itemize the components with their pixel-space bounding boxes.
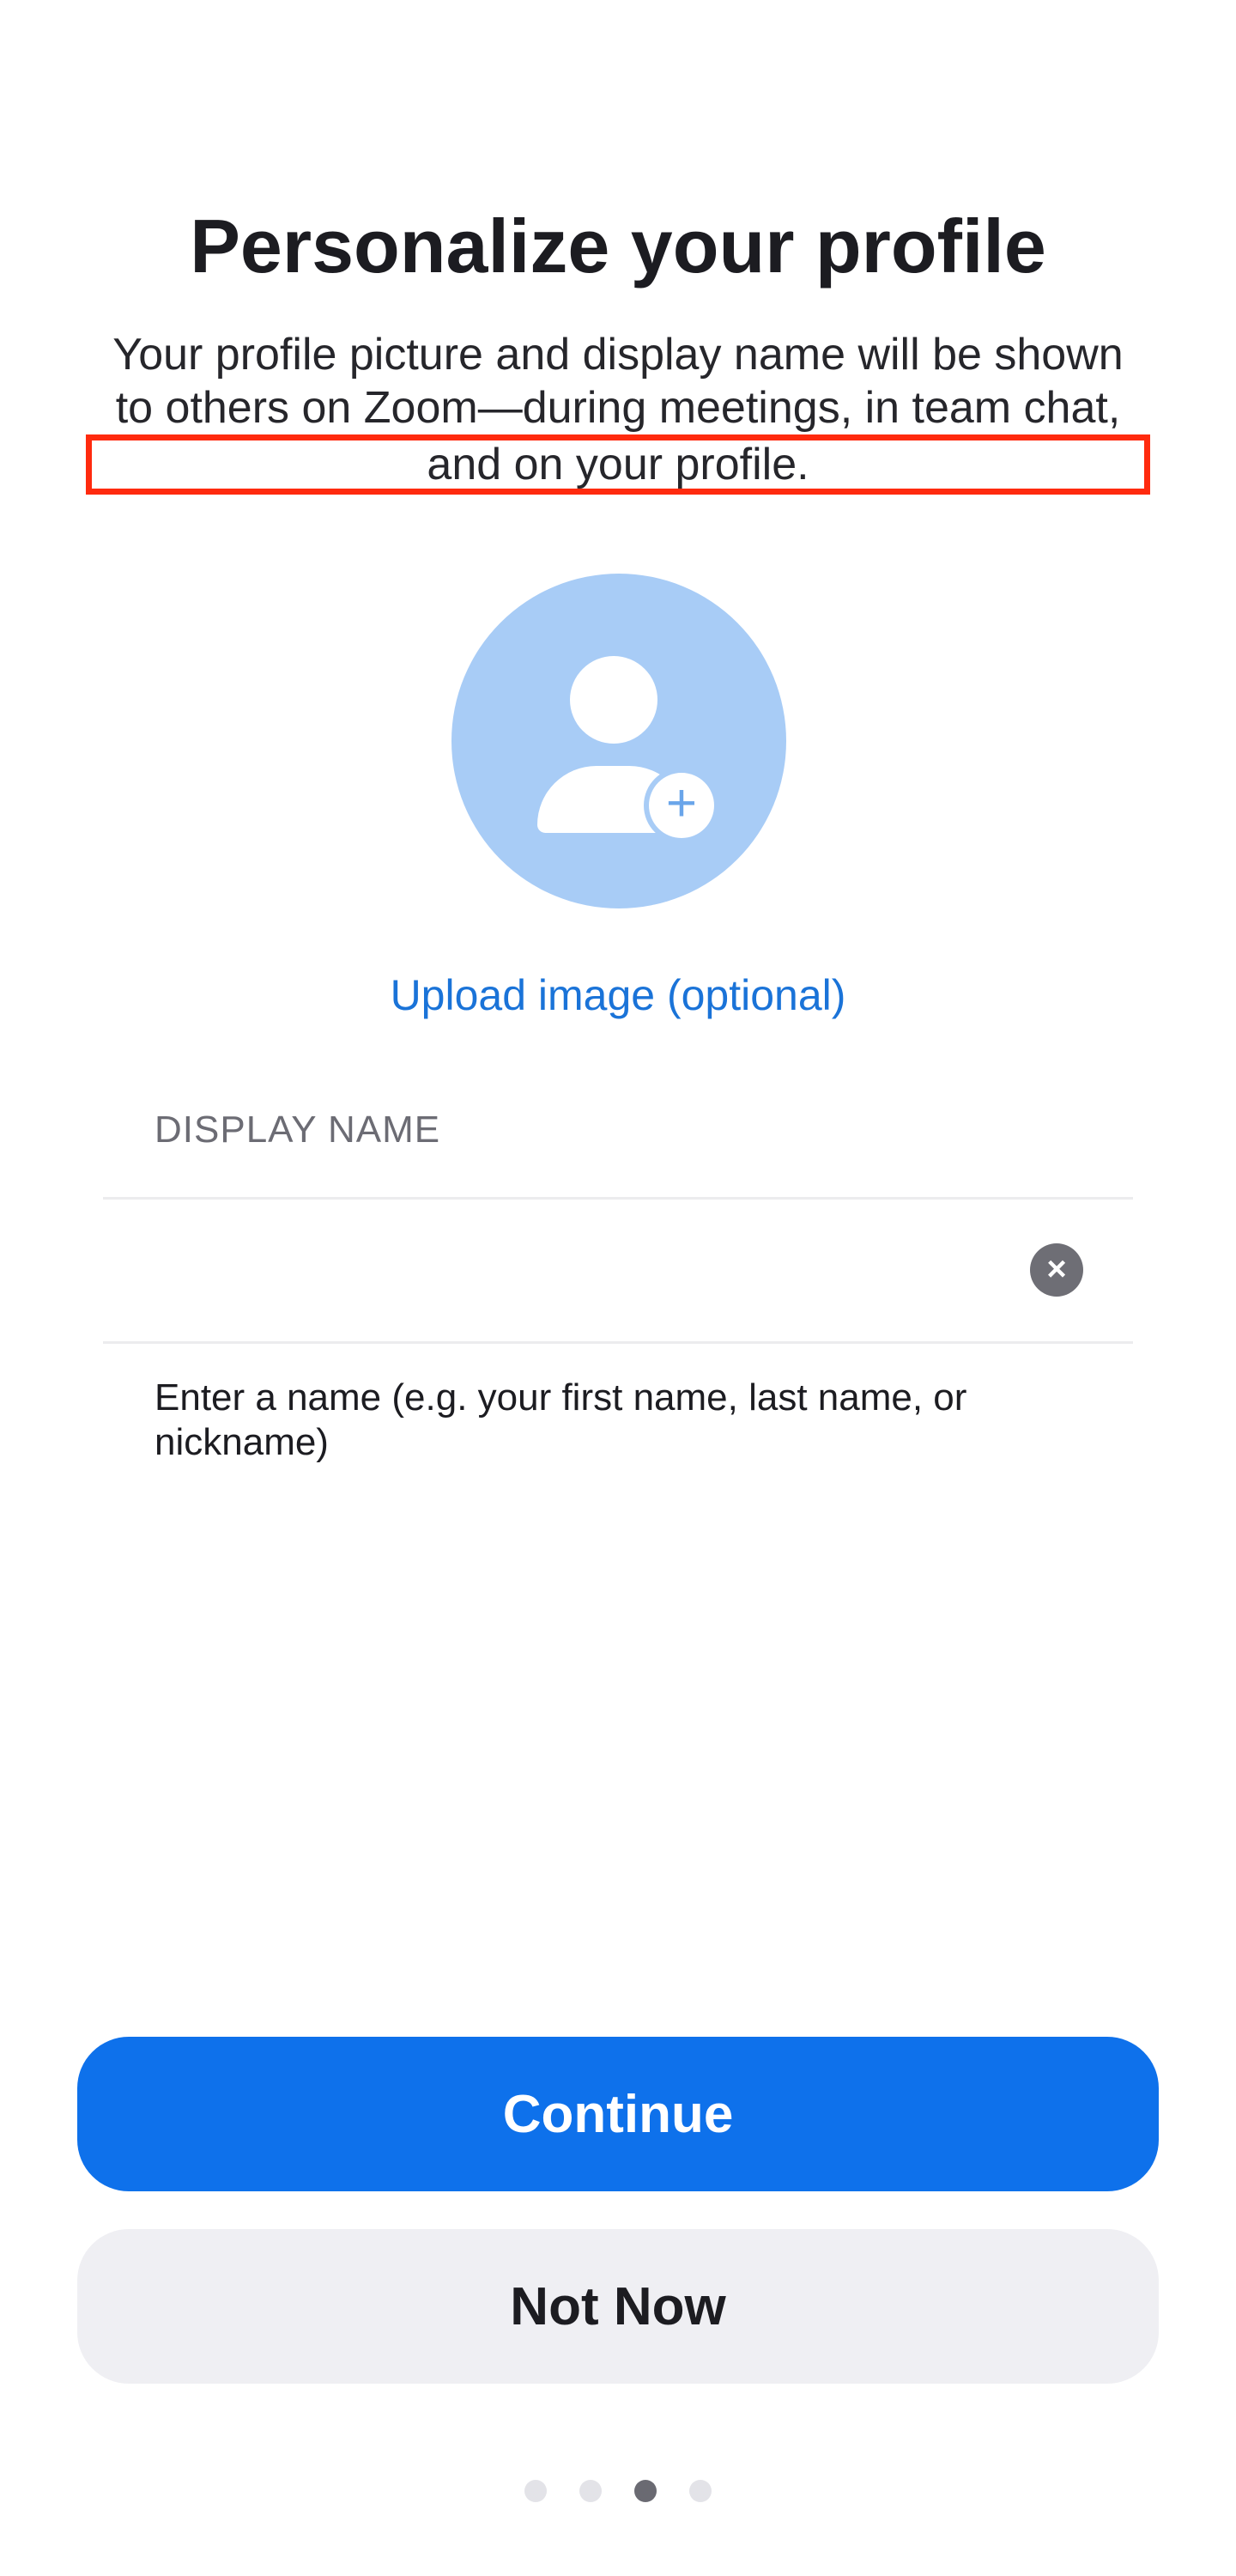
page-dot-1[interactable]	[524, 2480, 547, 2502]
description-line-1: Your profile picture and display name wi…	[112, 330, 1124, 380]
clear-input-icon[interactable]: ×	[1030, 1243, 1083, 1297]
page-indicator	[0, 2480, 1236, 2502]
page-description: Your profile picture and display name wi…	[86, 328, 1150, 495]
display-name-helper-text: Enter a name (e.g. your first name, last…	[154, 1376, 967, 1463]
description-line-3: and on your profile.	[86, 434, 1150, 495]
highlighted-text: and on your profile.	[86, 434, 1150, 495]
page-title: Personalize your profile	[190, 204, 1046, 289]
continue-button[interactable]: Continue	[77, 2037, 1159, 2191]
plus-icon: +	[649, 773, 714, 838]
display-name-input[interactable]	[154, 1206, 999, 1336]
page-dot-4[interactable]	[689, 2480, 712, 2502]
description-line-2: to others on Zoom—during meetings, in te…	[115, 383, 1121, 433]
avatar-head-shape	[570, 656, 657, 744]
field-divider-top	[103, 1197, 1133, 1200]
field-divider-bottom	[103, 1341, 1133, 1344]
profile-setup-screen: Personalize your profile Your profile pi…	[0, 0, 1236, 2576]
display-name-label: DISPLAY NAME	[154, 1109, 441, 1151]
not-now-button[interactable]: Not Now	[77, 2229, 1159, 2384]
page-dot-3[interactable]	[634, 2480, 657, 2502]
page-dot-2[interactable]	[579, 2480, 602, 2502]
avatar-upload-button[interactable]: +	[451, 574, 786, 908]
upload-image-link[interactable]: Upload image (optional)	[0, 967, 1236, 1024]
